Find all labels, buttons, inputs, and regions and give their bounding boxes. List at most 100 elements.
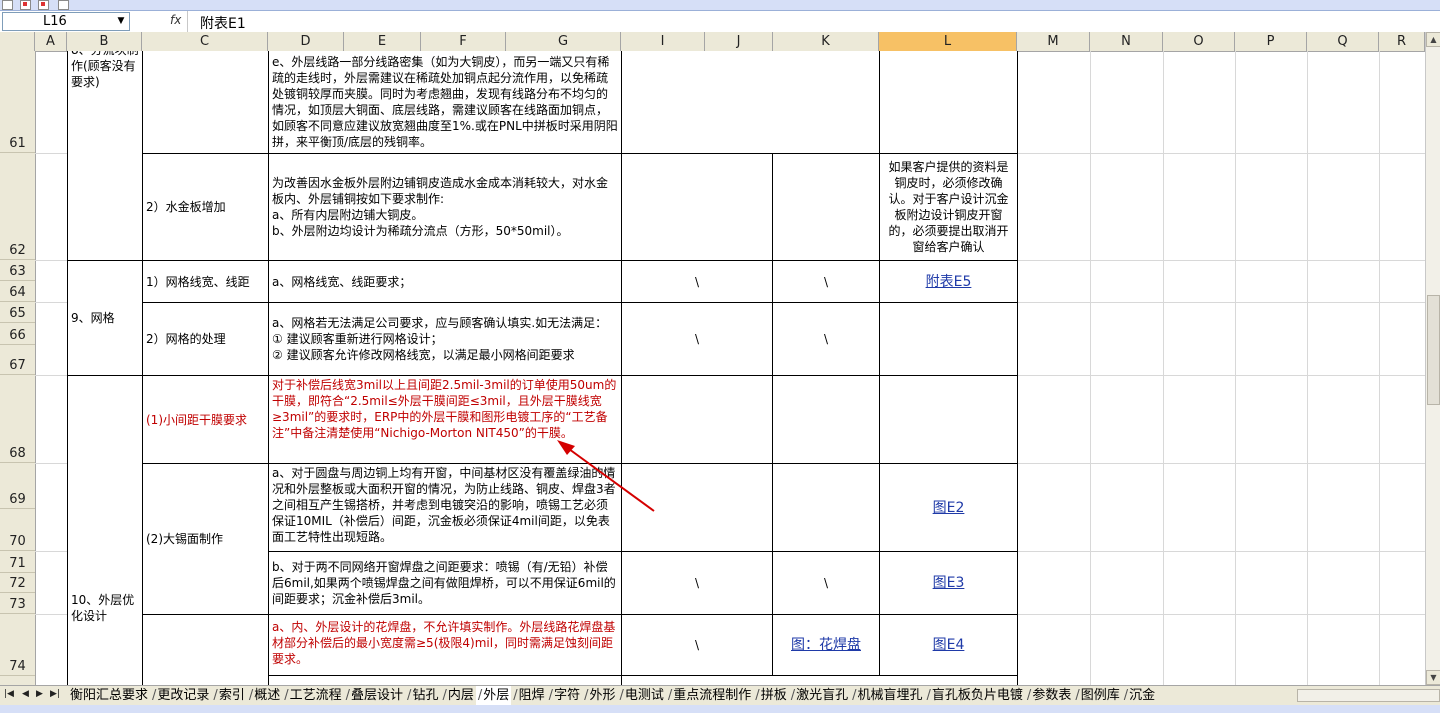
column-header-o[interactable]: O: [1163, 32, 1235, 51]
pdf-export-icon[interactable]: [38, 0, 49, 10]
cell-l65[interactable]: [879, 302, 1018, 376]
row-header-64[interactable]: 64: [0, 281, 35, 302]
row-header-67[interactable]: 67: [0, 345, 35, 375]
tab-immersion-gold[interactable]: /沉金: [1122, 686, 1157, 705]
row-header-61[interactable]: 61: [0, 51, 35, 153]
cell-k65[interactable]: \: [772, 302, 880, 376]
cell-c61[interactable]: [142, 51, 269, 154]
cell-i63[interactable]: \: [621, 260, 773, 303]
function-icon[interactable]: fx: [170, 13, 181, 27]
tab-key-process[interactable]: /重点流程制作: [666, 686, 753, 705]
cell-b-outer[interactable]: 10、外层优化设计: [67, 375, 143, 685]
cell-l63[interactable]: 附表E5: [879, 260, 1018, 303]
row-header-65[interactable]: 65: [0, 302, 35, 323]
column-header-b[interactable]: B: [67, 32, 142, 51]
cell-d62[interactable]: 为改善因水金板外层附边铺铜皮造成水金成本消耗较大，对水金板内、外层铺铜按如下要求…: [268, 153, 622, 261]
tab-parameters[interactable]: /参数表: [1025, 686, 1073, 705]
tab-outer-layer[interactable]: /外层: [475, 686, 512, 705]
pdf-icon[interactable]: [20, 0, 31, 10]
cell-i75[interactable]: [621, 675, 1018, 685]
tab-process-flow[interactable]: /工艺流程: [282, 686, 343, 705]
row-header-69[interactable]: 69: [0, 463, 35, 509]
cell-l69[interactable]: 图E2: [879, 463, 1018, 552]
cell-i69[interactable]: [621, 463, 773, 552]
link-figure-e4[interactable]: 图E4: [933, 637, 965, 653]
cell-d63[interactable]: a、网格线宽、线距要求；: [268, 260, 622, 303]
cell-c62[interactable]: 2）水金板增加: [142, 153, 269, 261]
row-header-73[interactable]: 73: [0, 593, 35, 614]
tab-drilling[interactable]: /钻孔: [405, 686, 440, 705]
tab-panelization[interactable]: /拼板: [753, 686, 788, 705]
column-header-e[interactable]: E: [344, 32, 421, 51]
cell-b-flow-block[interactable]: 8、分流块制作(顾客没有要求): [67, 51, 143, 261]
cell-i61[interactable]: [621, 51, 880, 154]
cell-k62[interactable]: [772, 153, 880, 261]
tab-index[interactable]: /索引: [211, 686, 246, 705]
tab-overview[interactable]: /概述: [247, 686, 282, 705]
row-header-74[interactable]: 74: [0, 614, 35, 676]
tab-solder-mask[interactable]: /阻焊: [511, 686, 546, 705]
link-appendix-e5[interactable]: 附表E5: [926, 274, 972, 290]
tab-electrical-test[interactable]: /电测试: [617, 686, 665, 705]
tab-change-log[interactable]: /更改记录: [150, 686, 211, 705]
cell-l62[interactable]: 如果客户提供的资料是铜皮时，必须修改确认。对于客户设计沉金板附边设计铜皮开窗的，…: [879, 153, 1018, 261]
cell-d75[interactable]: [268, 675, 622, 685]
toolbar-options-icon[interactable]: [58, 0, 69, 10]
cell-d69[interactable]: a、对于圆盘与周边铜上均有开窗，中间基材区没有覆盖绿油的情况和外层整板或大面积开…: [268, 463, 622, 552]
tab-laser-via[interactable]: /激光盲孔: [789, 686, 850, 705]
row-header-71[interactable]: 71: [0, 551, 35, 573]
scroll-thumb[interactable]: [1427, 295, 1440, 405]
cell-i74[interactable]: \: [621, 614, 773, 676]
prev-sheet-icon[interactable]: ◀: [22, 689, 29, 699]
cell-k69[interactable]: [772, 463, 880, 552]
cell-d74[interactable]: a、内、外层设计的花焊盘，不允许填实制作。外层线路花焊盘基材部分补偿后的最小宽度…: [268, 614, 622, 676]
cell-d61[interactable]: e、外层线路一部分线路密集（如为大铜皮），而另一端又只有稀疏的走线时，外层需建议…: [268, 51, 622, 154]
column-header-n[interactable]: N: [1090, 32, 1163, 51]
tab-via-plating[interactable]: /盲孔板负片电镀: [925, 686, 1025, 705]
first-sheet-icon[interactable]: |◀: [4, 689, 14, 699]
row-header-63[interactable]: 63: [0, 260, 35, 281]
cell-k74[interactable]: 图：花焊盘: [772, 614, 880, 676]
tab-mechanical-via[interactable]: /机械盲埋孔: [850, 686, 924, 705]
link-figure-e3[interactable]: 图E3: [933, 575, 965, 591]
name-box[interactable]: L16 ▼: [2, 12, 130, 31]
cell-b-grid[interactable]: 9、网格: [67, 260, 143, 376]
cell-c63[interactable]: 1）网格线宽、线距: [142, 260, 269, 303]
cell-d68[interactable]: 对于补偿后线宽3mil以上且间距2.5mil-3mil的订单使用50um的干膜，…: [268, 375, 622, 464]
cell-l74[interactable]: 图E4: [879, 614, 1018, 676]
column-header-c[interactable]: C: [142, 32, 268, 51]
formula-input[interactable]: 附表E1: [200, 13, 246, 33]
column-header-a[interactable]: A: [35, 32, 67, 51]
cell-k68[interactable]: [772, 375, 880, 464]
cell-i68[interactable]: [621, 375, 773, 464]
chevron-down-icon[interactable]: ▼: [113, 13, 129, 30]
cell-c68[interactable]: (1)小间距干膜要求: [142, 375, 269, 464]
scroll-down-icon[interactable]: ▼: [1426, 670, 1440, 685]
cell-c65[interactable]: 2）网格的处理: [142, 302, 269, 376]
last-sheet-icon[interactable]: ▶|: [50, 689, 60, 699]
next-sheet-icon[interactable]: ▶: [36, 689, 43, 699]
column-header-r[interactable]: R: [1379, 32, 1425, 51]
tab-inner-layer[interactable]: /内层: [440, 686, 475, 705]
link-figure-e2[interactable]: 图E2: [933, 500, 965, 516]
tab-summary[interactable]: 衡阳汇总要求: [68, 686, 150, 705]
column-header-q[interactable]: Q: [1307, 32, 1379, 51]
column-header-m[interactable]: M: [1017, 32, 1090, 51]
column-header-f[interactable]: F: [421, 32, 506, 51]
column-header-l[interactable]: L: [879, 32, 1017, 51]
cell-i62[interactable]: [621, 153, 773, 261]
column-header-j[interactable]: J: [705, 32, 773, 51]
scroll-up-icon[interactable]: ▲: [1426, 32, 1440, 47]
row-header-66[interactable]: 66: [0, 323, 35, 345]
row-header-72[interactable]: 72: [0, 573, 35, 593]
column-header-g[interactable]: G: [506, 32, 621, 51]
cell-grid[interactable]: 8、分流块制作(顾客没有要求) 9、网格 10、外层优化设计 e、外层线路一部分…: [35, 51, 1425, 685]
cell-c69[interactable]: (2)大锡面制作: [142, 463, 269, 615]
tab-figure-library[interactable]: /图例库: [1073, 686, 1121, 705]
tab-profile[interactable]: /外形: [582, 686, 617, 705]
file-icon[interactable]: [2, 0, 13, 10]
cell-k63[interactable]: \: [772, 260, 880, 303]
select-all-corner[interactable]: [0, 32, 35, 51]
link-flower-pad-figure[interactable]: 图：花焊盘: [791, 637, 861, 653]
tab-legend[interactable]: /字符: [547, 686, 582, 705]
